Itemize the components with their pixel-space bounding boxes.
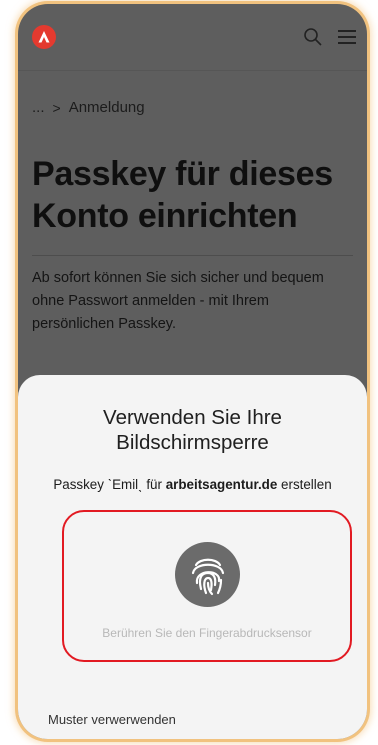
breadcrumb-current: Anmeldung: [68, 99, 145, 116]
page-title: Passkey für dieses Konto einrichten: [32, 155, 333, 235]
menu-icon[interactable]: [337, 28, 357, 46]
passkey-bottom-sheet: Verwenden Sie Ihre Bildschirmsperre Pass…: [18, 375, 367, 739]
sheet-subtitle: Passkey ˋEmilˎ für arbeitsagentur.de ers…: [18, 477, 367, 492]
subtitle-domain: arbeitsagentur.de: [165, 477, 278, 492]
fingerprint-hint: Berühren Sie den Fingerabdrucksensor: [102, 626, 312, 640]
phone-screen: ... > Anmeldung Passkey für dieses Konto…: [18, 4, 367, 739]
sheet-title: Verwenden Sie Ihre Bildschirmsperre: [103, 406, 282, 454]
page-description: Ab sofort können Sie sich sicher und beq…: [32, 270, 324, 332]
subtitle-prefix: Passkey ˋEmilˎ für: [53, 477, 166, 492]
fingerprint-area: Berühren Sie den Fingerabdrucksensor: [62, 510, 352, 662]
breadcrumb-separator-icon: >: [52, 99, 61, 116]
logo-mark-icon: [38, 31, 50, 43]
search-icon[interactable]: [303, 27, 323, 47]
app-bar: [18, 4, 367, 70]
subtitle-suffix: erstellen: [277, 477, 332, 492]
use-pattern-link[interactable]: Muster verwerwenden: [48, 712, 176, 727]
agentur-logo[interactable]: [32, 25, 56, 49]
app-bar-actions: [303, 27, 357, 47]
breadcrumb-ellipsis[interactable]: ...: [32, 99, 45, 116]
fingerprint-sensor-button[interactable]: [175, 542, 240, 607]
breadcrumb: ... > Anmeldung: [32, 99, 145, 116]
divider: [32, 255, 353, 256]
fingerprint-icon: [191, 558, 224, 595]
